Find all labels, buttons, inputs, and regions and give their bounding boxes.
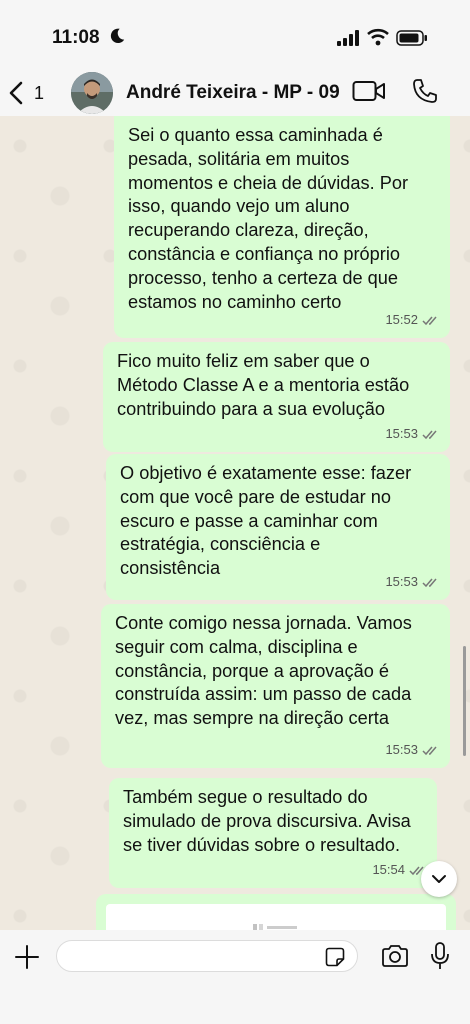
avatar[interactable] (71, 72, 113, 114)
wifi-icon (367, 28, 389, 46)
status-bar: 11:08 (0, 0, 470, 70)
status-time: 11:08 (52, 27, 100, 48)
double-check-icon (422, 316, 437, 325)
attachment-bubble[interactable] (96, 894, 456, 930)
sticker-icon[interactable] (325, 947, 345, 967)
logo-mark (253, 924, 297, 930)
message-time: 15:54 (372, 862, 405, 878)
message-time: 15:53 (385, 426, 418, 442)
double-check-icon (422, 578, 437, 587)
attachment-preview[interactable] (106, 904, 446, 930)
message-meta: 15:54 (372, 858, 427, 882)
moon-icon (110, 28, 125, 44)
message-meta: 15:53 (385, 570, 440, 594)
message-text: Também segue o resultado do simulado de … (123, 787, 411, 855)
message-bubble[interactable]: Também segue o resultado do simulado de … (109, 778, 437, 888)
message-time: 15:52 (385, 312, 418, 328)
message-text: O objetivo é exatamente esse: fazer com … (120, 463, 412, 579)
microphone-icon[interactable] (430, 942, 450, 970)
message-meta: 15:53 (385, 738, 440, 762)
scroll-down-button[interactable] (421, 861, 457, 897)
chevron-down-icon (432, 875, 446, 883)
avatar-photo (71, 72, 113, 114)
battery-icon (396, 30, 427, 46)
camera-icon[interactable] (381, 944, 409, 968)
composer-bar (0, 930, 470, 1024)
message-text: Sei o quanto essa caminhada é pesada, so… (128, 125, 409, 312)
signal-icon (337, 30, 359, 46)
message-time: 15:53 (385, 742, 418, 758)
scrollbar[interactable] (463, 646, 466, 756)
video-call-icon[interactable] (352, 79, 386, 103)
message-bubble[interactable]: O objetivo é exatamente esse: fazer com … (106, 454, 450, 600)
message-input[interactable] (56, 940, 358, 972)
double-check-icon (422, 746, 437, 755)
chat-header: 1 André Teixeira - MP - 09 (0, 70, 470, 117)
message-meta: 15:52 (385, 308, 440, 332)
chat-area[interactable]: Sei o quanto essa caminhada é pesada, so… (0, 116, 470, 930)
attachment-logo (251, 920, 301, 930)
contact-name[interactable]: André Teixeira - MP - 09 (126, 82, 340, 104)
message-text: Fico muito feliz em saber que o Método C… (117, 351, 410, 419)
message-text: Conte comigo nessa jornada. Vamos seguir… (115, 613, 412, 729)
message-bubble[interactable]: Sei o quanto essa caminhada é pesada, so… (114, 116, 450, 338)
plus-icon[interactable] (14, 944, 40, 970)
back-button[interactable]: 1 (8, 78, 48, 108)
message-bubble[interactable]: Fico muito feliz em saber que o Método C… (103, 342, 450, 452)
message-meta: 15:53 (385, 422, 440, 446)
message-bubble[interactable]: Conte comigo nessa jornada. Vamos seguir… (101, 604, 450, 768)
message-time: 15:53 (385, 574, 418, 590)
unread-count: 1 (34, 82, 45, 103)
phone-call-icon[interactable] (412, 78, 438, 104)
chevron-left-icon (9, 81, 23, 105)
double-check-icon (422, 430, 437, 439)
